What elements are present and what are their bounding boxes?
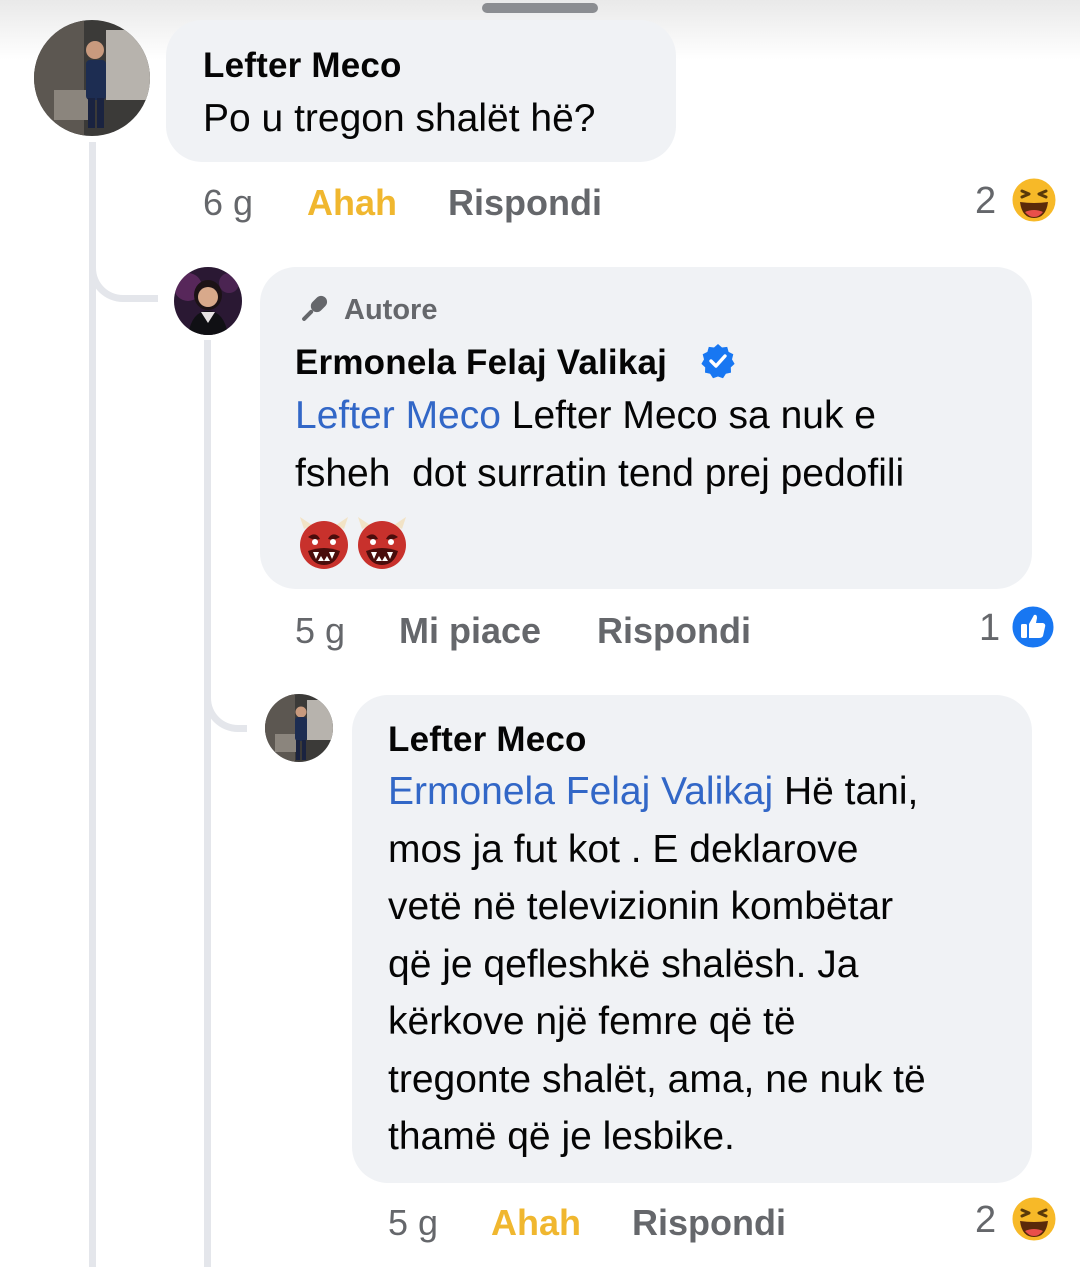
drag-handle[interactable] [482,3,598,13]
comment-text-line: vetë në televizionin kombëtar [388,885,894,928]
like-thumb-icon[interactable] [1008,602,1058,652]
reaction-button[interactable]: Ahah [307,182,397,224]
avatar[interactable] [174,267,242,335]
comment-text-line: Ermonela Felaj Valikaj Hë tani, [388,763,918,821]
author-badge: Autore [344,294,438,326]
comment-time[interactable]: 6 g [203,182,253,224]
avatar[interactable] [265,694,333,762]
haha-emoji-icon[interactable] [1008,1193,1060,1245]
comment-time[interactable]: 5 g [295,610,345,652]
comment-text-line: Lefter Meco Lefter Meco sa nuk e [295,387,876,445]
comment-text-line: thamë që je lesbike. [388,1115,735,1158]
reply-button[interactable]: Rispondi [448,182,602,224]
thread-connector-reply-2 [204,640,247,732]
comment-text-line: tregonte shalët, ama, ne nuk të [388,1058,926,1101]
microphone-icon [296,291,332,327]
verified-badge-icon [699,342,737,380]
comment-author[interactable]: Lefter Meco [203,46,402,86]
comment-text-line: fsheh dot surratin tend prej pedofili [295,452,905,495]
thread-line-reply [204,340,211,1267]
comment-time[interactable]: 5 g [388,1202,438,1244]
like-button[interactable]: Mi piace [399,610,541,652]
haha-emoji-icon[interactable] [1008,174,1060,226]
comment-text-line: kërkove një femre që të [388,1000,796,1043]
comment-author[interactable]: Ermonela Felaj Valikaj [295,343,667,383]
reaction-count[interactable]: 2 [975,180,996,223]
thread-connector-reply-1 [89,205,158,302]
comment-text-line: që je qefleshkë shalësh. Ja [388,943,859,986]
comment-text: Po u tregon shalët hë? [203,97,596,140]
reaction-count[interactable]: 1 [979,607,1000,650]
reply-button[interactable]: Rispondi [597,610,751,652]
comments-sheet: Lefter Meco Po u tregon shalët hë? 6 g A… [0,0,1080,1267]
mention-link[interactable]: Lefter Meco [295,394,501,437]
reaction-count[interactable]: 2 [975,1199,996,1242]
ogre-emoji-icon [354,515,410,571]
ogre-emoji-icon [296,515,352,571]
reply-button[interactable]: Rispondi [632,1202,786,1244]
comment-text: Hë tani, [773,770,919,813]
comment-text: Lefter Meco sa nuk e [500,394,876,437]
thread-line-main [89,142,96,1267]
mention-link[interactable]: Ermonela Felaj Valikaj [388,770,773,813]
comment-text-line: mos ja fut kot . E deklarove [388,828,859,871]
reaction-button[interactable]: Ahah [491,1202,581,1244]
comment-author[interactable]: Lefter Meco [388,720,587,760]
avatar[interactable] [34,20,150,136]
